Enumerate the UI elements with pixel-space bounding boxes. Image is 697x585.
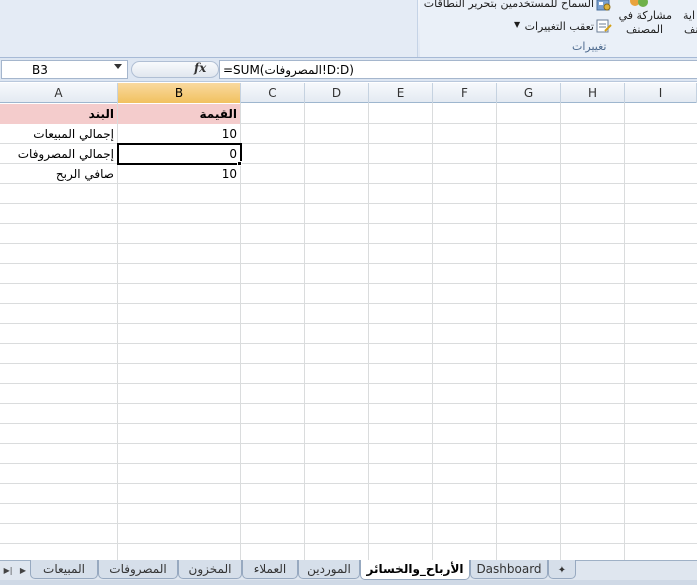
share-workbook-button-line2[interactable]: المصنف [626,23,663,36]
gridline-horizontal [0,223,697,224]
protect-and-share-button-line2[interactable]: نف [684,23,697,36]
gridline-horizontal [0,483,697,484]
gridline-vertical [432,103,433,560]
fill-handle[interactable] [237,161,242,166]
gridline-vertical [624,103,625,560]
cell-b1[interactable]: القيمة [118,104,240,124]
formula-bar: B3 fx =SUM(المصروفات!D:D) [0,58,697,82]
column-header-c[interactable]: C [241,83,305,103]
gridline-horizontal [0,263,697,264]
gridline-horizontal [0,343,697,344]
formula-input[interactable]: =SUM(المصروفات!D:D) [219,60,697,79]
gridline-vertical [496,103,497,560]
cell-b2[interactable]: 10 [118,124,240,144]
cell-a3[interactable]: إجمالي المصروفات [0,144,117,164]
sheet-tab-expenses[interactable]: المصروفات [98,560,178,579]
gridline-horizontal [0,303,697,304]
spreadsheet-grid[interactable]: A B C D E F G H I البند القيمة إجمالي ال… [0,83,697,560]
sheet-tabs-bar: ▶| ▶ المبيعات المصروفات المخزون العملاء … [0,560,697,580]
column-header-d[interactable]: D [305,83,369,103]
share-workbook-button-line1[interactable]: مشاركة في [619,9,672,22]
chevron-down-icon[interactable]: ▼ [514,20,520,29]
gridline-horizontal [0,503,697,504]
gridline-horizontal [0,423,697,424]
sheet-tab-sales[interactable]: المبيعات [30,560,98,579]
column-header-a[interactable]: A [0,83,118,103]
insert-sheet-icon: ✦ [557,565,567,576]
allow-edit-ranges-icon [596,0,612,11]
gridline-horizontal [0,383,697,384]
column-header-h[interactable]: H [561,83,625,103]
cell-b4[interactable]: 10 [118,164,240,184]
sheet-tab-dashboard[interactable]: Dashboard [470,560,548,579]
insert-sheet-button[interactable]: ✦ [548,560,576,579]
gridline-horizontal [0,443,697,444]
cell-a2[interactable]: إجمالي المبيعات [0,124,117,144]
ribbon-left-pane [0,0,418,57]
column-header-g[interactable]: G [497,83,561,103]
last-sheet-icon[interactable]: ▶| [2,564,14,577]
gridline-vertical [304,103,305,560]
share-workbook-icon [628,0,650,8]
ribbon: السماح للمستخدمين بتحرير النطاقات تعقب ا… [0,0,697,58]
protect-and-share-button-line1[interactable]: اية [683,9,695,22]
cell-a1[interactable]: البند [0,104,117,124]
column-header-row: A B C D E F G H I [0,83,697,103]
column-header-f[interactable]: F [433,83,497,103]
next-sheet-icon[interactable]: ▶ [17,564,29,577]
active-cell-selection [117,143,242,165]
column-header-e[interactable]: E [369,83,433,103]
column-header-b[interactable]: B [118,83,241,103]
gridline-horizontal [0,403,697,404]
name-box-dropdown-icon[interactable] [114,64,122,69]
gridline-vertical [560,103,561,560]
sheet-tab-profit-loss[interactable]: الأرباح_والخسائر [360,560,470,580]
insert-function-icon[interactable]: fx [194,61,206,75]
gridline-horizontal [0,463,697,464]
column-header-i[interactable]: I [625,83,697,103]
allow-edit-ranges-button[interactable]: السماح للمستخدمين بتحرير النطاقات [424,0,594,10]
gridline-horizontal [0,523,697,524]
gridline-horizontal [0,243,697,244]
track-changes-icon [596,18,612,34]
gridline-vertical [368,103,369,560]
gridline-horizontal [0,543,697,544]
gridline-horizontal [0,323,697,324]
track-changes-button[interactable]: تعقب التغييرات [525,20,594,33]
status-bar [0,580,697,585]
sheet-tab-customers[interactable]: العملاء [242,560,298,579]
gridline-vertical [240,103,241,560]
sheet-tab-inventory[interactable]: المخزون [178,560,242,579]
gridline-horizontal [0,283,697,284]
sheet-tab-suppliers[interactable]: الموردين [298,560,360,579]
name-box[interactable]: B3 [1,60,128,79]
cell-a4[interactable]: صافي الربح [0,164,117,184]
changes-group-label: تغييرات [572,40,607,53]
gridline-horizontal [0,203,697,204]
gridline-horizontal [0,363,697,364]
